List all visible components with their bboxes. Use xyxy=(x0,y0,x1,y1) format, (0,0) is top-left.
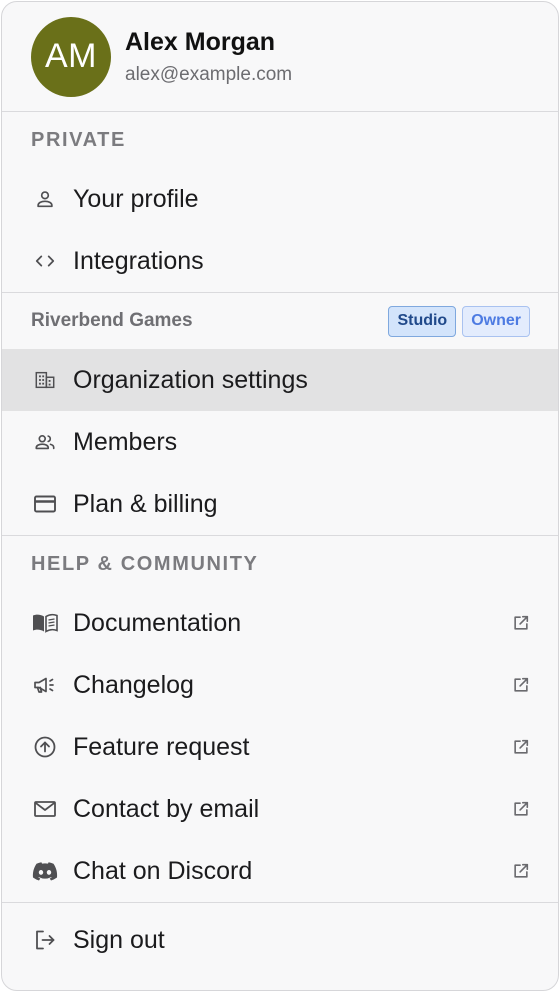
sign-out-button[interactable]: Sign out xyxy=(2,909,558,971)
menu-item-documentation[interactable]: Documentation xyxy=(2,592,558,654)
menu-item-label: Chat on Discord xyxy=(73,856,253,885)
org-badges: Studio Owner xyxy=(388,305,530,337)
menu-item-label: Your profile xyxy=(73,184,199,213)
building-icon xyxy=(31,366,59,394)
org-name: Riverbend Games xyxy=(31,310,193,331)
discord-icon xyxy=(31,857,59,885)
person-icon xyxy=(31,185,59,213)
book-icon xyxy=(31,609,59,637)
mail-icon xyxy=(31,795,59,823)
menu-item-label: Documentation xyxy=(73,608,242,637)
account-menu: AM Alex Morgan alex@example.com PRIVATE … xyxy=(1,1,559,991)
credit-card-icon xyxy=(31,490,59,518)
section-title-help: HELP & COMMUNITY xyxy=(31,552,259,575)
menu-item-feature-request[interactable]: Feature request xyxy=(2,716,558,778)
people-icon xyxy=(31,428,59,456)
menu-item-label: Contact by email xyxy=(73,794,260,823)
menu-item-contact-email[interactable]: Contact by email xyxy=(2,778,558,840)
external-link-icon xyxy=(510,736,532,758)
user-email: alex@example.com xyxy=(125,63,293,85)
menu-item-label: Integrations xyxy=(73,246,204,275)
menu-item-label: Members xyxy=(73,427,178,456)
sign-out-icon xyxy=(31,926,59,954)
menu-item-discord[interactable]: Chat on Discord xyxy=(2,840,558,902)
avatar: AM xyxy=(31,16,111,97)
private-section: PRIVATE Your profile Integrations xyxy=(2,112,558,293)
code-icon xyxy=(31,247,59,275)
org-header: Riverbend Games Studio Owner xyxy=(2,293,558,349)
megaphone-icon xyxy=(31,671,59,699)
menu-item-changelog[interactable]: Changelog xyxy=(2,654,558,716)
menu-item-your-profile[interactable]: Your profile xyxy=(2,168,558,230)
menu-item-label: Plan & billing xyxy=(73,489,218,518)
external-link-icon xyxy=(510,860,532,882)
external-link-icon xyxy=(510,612,532,634)
external-link-icon xyxy=(510,674,532,696)
help-section: HELP & COMMUNITY Documentation Changelog… xyxy=(2,536,558,903)
menu-item-members[interactable]: Members xyxy=(2,411,558,473)
external-link-icon xyxy=(510,798,532,820)
user-info: Alex Morgan alex@example.com xyxy=(125,26,292,86)
user-header: AM Alex Morgan alex@example.com xyxy=(2,2,558,112)
sign-out-label: Sign out xyxy=(73,925,165,954)
studio-badge: Studio xyxy=(388,305,457,337)
organization-section: Riverbend Games Studio Owner Organizatio… xyxy=(2,293,558,536)
menu-item-organization-settings[interactable]: Organization settings xyxy=(2,349,558,411)
menu-item-plan-billing[interactable]: Plan & billing xyxy=(2,473,558,535)
owner-badge: Owner xyxy=(462,305,530,337)
section-title-private: PRIVATE xyxy=(31,128,126,151)
menu-item-label: Organization settings xyxy=(73,365,308,394)
menu-item-integrations[interactable]: Integrations xyxy=(2,230,558,292)
signout-section: Sign out xyxy=(2,903,558,971)
arrow-up-circle-icon xyxy=(31,733,59,761)
menu-item-label: Feature request xyxy=(73,732,250,761)
user-name: Alex Morgan xyxy=(125,27,276,56)
menu-item-label: Changelog xyxy=(73,670,194,699)
